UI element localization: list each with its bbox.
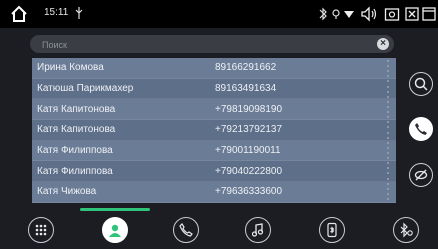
home-icon[interactable] — [10, 5, 28, 23]
contact-list[interactable]: Ирина Комова 89166291662 Катюша Парикмах… — [32, 58, 396, 203]
contact-row[interactable]: Катя Филиппова +79040222800 — [32, 161, 396, 183]
contact-phone: 89166291662 — [215, 62, 277, 74]
alphabet-index-scrollbar[interactable] — [385, 60, 391, 200]
contact-name: Катя Капитонова — [37, 124, 116, 136]
screenshot-icon[interactable] — [384, 5, 400, 23]
bluetooth-icon — [319, 7, 327, 21]
wifi-icon — [344, 11, 354, 18]
bluetooth-settings-icon — [400, 222, 413, 238]
bluetooth-device-button[interactable] — [319, 217, 345, 243]
contact-name: Катя Капитонова — [37, 103, 116, 115]
contact-phone: +79636333600 — [215, 186, 283, 198]
dial-button[interactable] — [409, 117, 433, 141]
usb-icon — [75, 7, 83, 19]
contact-name: Катя Филиппова — [37, 165, 113, 177]
active-tab-indicator — [80, 208, 150, 211]
contact-name: Катюша Парикмахер — [37, 83, 134, 95]
search-icon — [414, 77, 428, 91]
contact-row[interactable]: Катя Филиппова +79001190011 — [32, 140, 396, 162]
keypad-button[interactable] — [28, 217, 54, 243]
link-off-icon — [414, 169, 428, 181]
keypad-icon — [35, 224, 47, 236]
contact-row[interactable]: Катя Чижова +79636333600 — [32, 182, 396, 203]
music-button[interactable] — [245, 217, 271, 243]
link-off-button[interactable] — [409, 163, 433, 187]
contact-phone: +79040222800 — [215, 165, 283, 177]
contact-phone: 89163491634 — [215, 83, 277, 95]
search-button[interactable] — [409, 72, 433, 96]
contact-name: Катя Филиппова — [37, 145, 113, 157]
contact-phone: +79213792137 — [215, 124, 283, 136]
contact-phone: +79819098190 — [215, 103, 283, 115]
close-box-icon[interactable] — [405, 5, 419, 23]
status-bar: 15:11 — [0, 0, 438, 28]
search-input[interactable] — [40, 36, 374, 54]
clear-icon[interactable]: × — [377, 38, 389, 50]
call-log-button[interactable] — [173, 217, 199, 243]
contacts-button[interactable] — [102, 217, 128, 243]
contact-phone: +79001190011 — [215, 145, 281, 157]
window-icon[interactable] — [422, 5, 436, 23]
contact-row[interactable]: Катя Капитонова +79213792137 — [32, 120, 396, 141]
bottom-dock — [0, 206, 438, 249]
contact-row[interactable]: Катюша Парикмахер 89163491634 — [32, 78, 396, 100]
contacts-icon — [109, 224, 121, 237]
bluetooth-settings-button[interactable] — [393, 217, 419, 243]
contact-name: Катя Чижова — [37, 186, 97, 198]
contact-row[interactable]: Катя Капитонова +79819098190 — [32, 99, 396, 121]
music-icon — [251, 223, 264, 237]
location-icon — [332, 9, 340, 19]
contact-row[interactable]: Ирина Комова 89166291662 — [32, 58, 396, 79]
phone-icon — [415, 123, 427, 135]
status-time: 15:11 — [44, 7, 69, 18]
search-bar[interactable]: × — [30, 35, 394, 54]
volume-icon[interactable] — [360, 5, 378, 23]
call-log-icon — [179, 223, 193, 237]
contact-name: Ирина Комова — [37, 62, 104, 74]
bluetooth-device-icon — [327, 222, 337, 238]
